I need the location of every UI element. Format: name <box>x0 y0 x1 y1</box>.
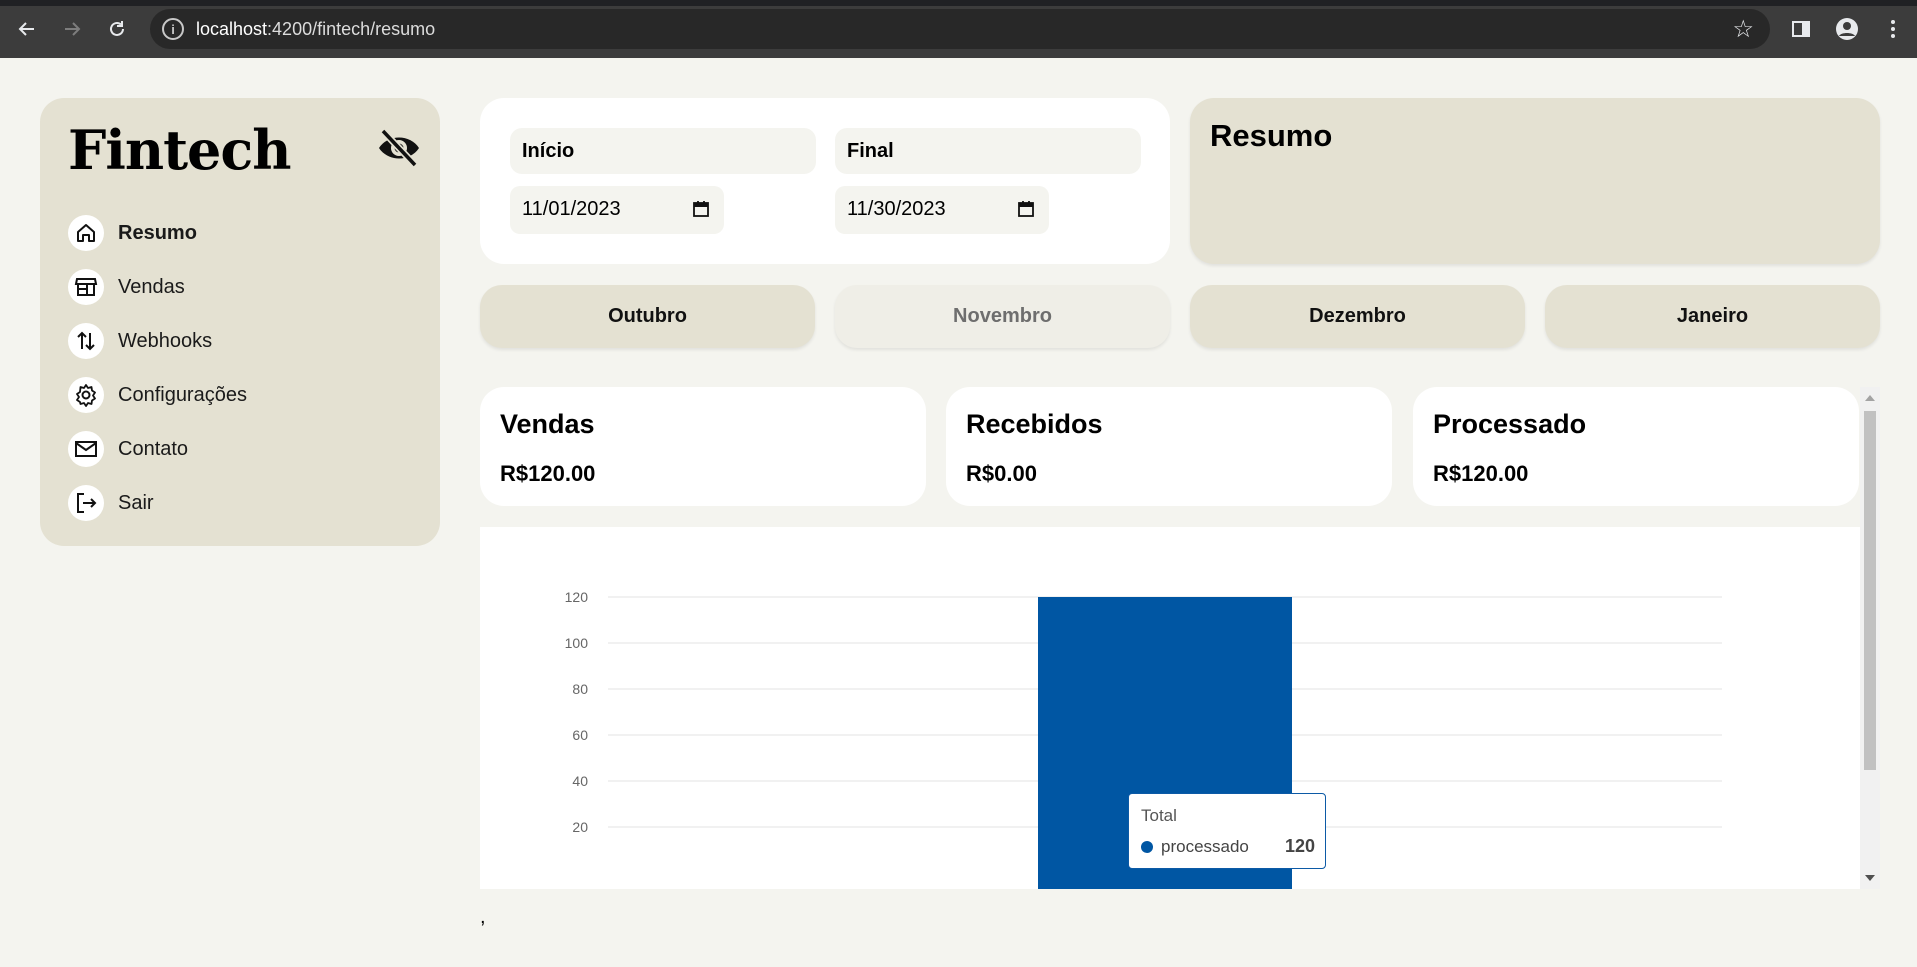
stat-value: R$120.00 <box>1433 461 1529 486</box>
sidebar-item-vendas[interactable]: Vendas <box>68 260 247 314</box>
scroll-up-arrow-icon[interactable] <box>1865 395 1875 401</box>
start-date-input[interactable]: 11/01/2023 <box>510 186 724 234</box>
stat-card-vendas: Vendas R$120.00 <box>480 387 926 506</box>
end-date-input[interactable]: 11/30/2023 <box>835 186 1049 234</box>
forward-icon[interactable] <box>57 14 87 44</box>
side-panel-icon[interactable] <box>1786 14 1816 44</box>
stat-title: Recebidos <box>966 409 1103 439</box>
site-info-icon[interactable]: i <box>162 18 184 40</box>
sidebar: Fintech Resumo Vendas Webhooks Configura… <box>40 98 440 546</box>
sidebar-item-webhooks[interactable]: Webhooks <box>68 314 247 368</box>
browser-toolbar: i localhost:4200/fintech/resumo ☆ <box>0 0 1917 58</box>
y-tick-label: 20 <box>572 819 588 835</box>
y-tick-label: 120 <box>565 589 589 605</box>
series-dot <box>1141 840 1153 853</box>
back-icon[interactable] <box>12 14 42 44</box>
page-title: Resumo <box>1210 118 1333 153</box>
sidebar-item-resumo[interactable]: Resumo <box>68 206 247 260</box>
sidebar-item-label: Contato <box>118 437 189 460</box>
home-icon <box>68 215 104 251</box>
month-button-dezembro[interactable]: Dezembro <box>1190 285 1525 348</box>
menu-dots-icon[interactable] <box>1878 14 1908 44</box>
url-path: :4200/fintech/resumo <box>267 19 436 39</box>
vertical-scrollbar[interactable] <box>1860 387 1880 889</box>
month-button-novembro[interactable]: Novembro <box>835 285 1170 348</box>
address-bar[interactable]: i localhost:4200/fintech/resumo ☆ <box>150 9 1770 49</box>
y-tick-label: 60 <box>572 727 588 743</box>
tooltip-series: processado <box>1161 836 1249 856</box>
sidebar-item-label: Webhooks <box>118 329 213 352</box>
stat-title: Vendas <box>500 409 595 439</box>
reload-icon[interactable] <box>102 14 132 44</box>
hide-eye-icon[interactable] <box>376 128 422 168</box>
tooltip-row: processado 120 <box>1141 836 1315 857</box>
end-date-value: 11/30/2023 <box>847 198 946 220</box>
sidebar-item-label: Sair <box>118 491 154 514</box>
resumo-panel: Resumo <box>1190 98 1880 264</box>
store-icon <box>68 269 104 305</box>
content-scroll-area[interactable]: Vendas R$120.00 Recebidos R$0.00 Process… <box>480 387 1880 889</box>
mail-icon <box>68 431 104 467</box>
gear-icon <box>68 377 104 413</box>
month-button-janeiro[interactable]: Janeiro <box>1545 285 1880 348</box>
logout-icon <box>68 485 104 521</box>
arrows-up-down-icon <box>68 323 104 359</box>
start-date-group: Início 11/01/2023 <box>510 128 816 234</box>
sidebar-item-configuracoes[interactable]: Configurações <box>68 368 247 422</box>
start-date-label: Início <box>510 128 816 174</box>
stat-value: R$0.00 <box>966 461 1037 486</box>
stat-title: Processado <box>1433 409 1587 439</box>
month-button-outubro[interactable]: Outubro <box>480 285 815 348</box>
y-tick-label: 80 <box>572 681 588 697</box>
calendar-icon[interactable] <box>692 200 710 218</box>
end-date-label: Final <box>835 128 1141 174</box>
tooltip-value: 120 <box>1284 836 1315 856</box>
bookmark-star-icon[interactable]: ☆ <box>1732 15 1754 44</box>
scroll-down-arrow-icon[interactable] <box>1865 875 1875 881</box>
start-date-value: 11/01/2023 <box>522 198 621 220</box>
stat-value: R$120.00 <box>500 461 596 486</box>
y-tick-label: 100 <box>565 635 589 651</box>
sidebar-nav: Resumo Vendas Webhooks Configurações Con… <box>68 206 247 530</box>
url-text[interactable]: localhost:4200/fintech/resumo <box>196 19 435 40</box>
profile-icon[interactable] <box>1832 14 1862 44</box>
tab-strip <box>0 0 1917 6</box>
stat-card-processado: Processado R$120.00 <box>1413 387 1859 506</box>
sidebar-item-sair[interactable]: Sair <box>68 476 247 530</box>
calendar-icon[interactable] <box>1017 200 1035 218</box>
chart-container: 20 40 60 80 100 120 Total processado 120 <box>480 527 1860 889</box>
sidebar-item-label: Configurações <box>118 383 247 406</box>
end-date-group: Final 11/30/2023 <box>835 128 1141 234</box>
url-host: localhost <box>196 19 268 39</box>
footer-text: , <box>480 906 486 928</box>
sidebar-item-label: Resumo <box>118 221 197 244</box>
date-range-panel: Início 11/01/2023 Final 11/30/2023 <box>480 98 1170 264</box>
y-tick-label: 40 <box>572 773 588 789</box>
chart-tooltip: Total processado 120 <box>1128 793 1326 869</box>
stat-card-recebidos: Recebidos R$0.00 <box>946 387 1392 506</box>
sidebar-item-label: Vendas <box>118 275 185 298</box>
app-logo[interactable]: Fintech <box>68 118 292 182</box>
scrollbar-thumb[interactable] <box>1864 411 1876 770</box>
sidebar-item-contato[interactable]: Contato <box>68 422 247 476</box>
tooltip-title: Total <box>1141 806 1177 825</box>
